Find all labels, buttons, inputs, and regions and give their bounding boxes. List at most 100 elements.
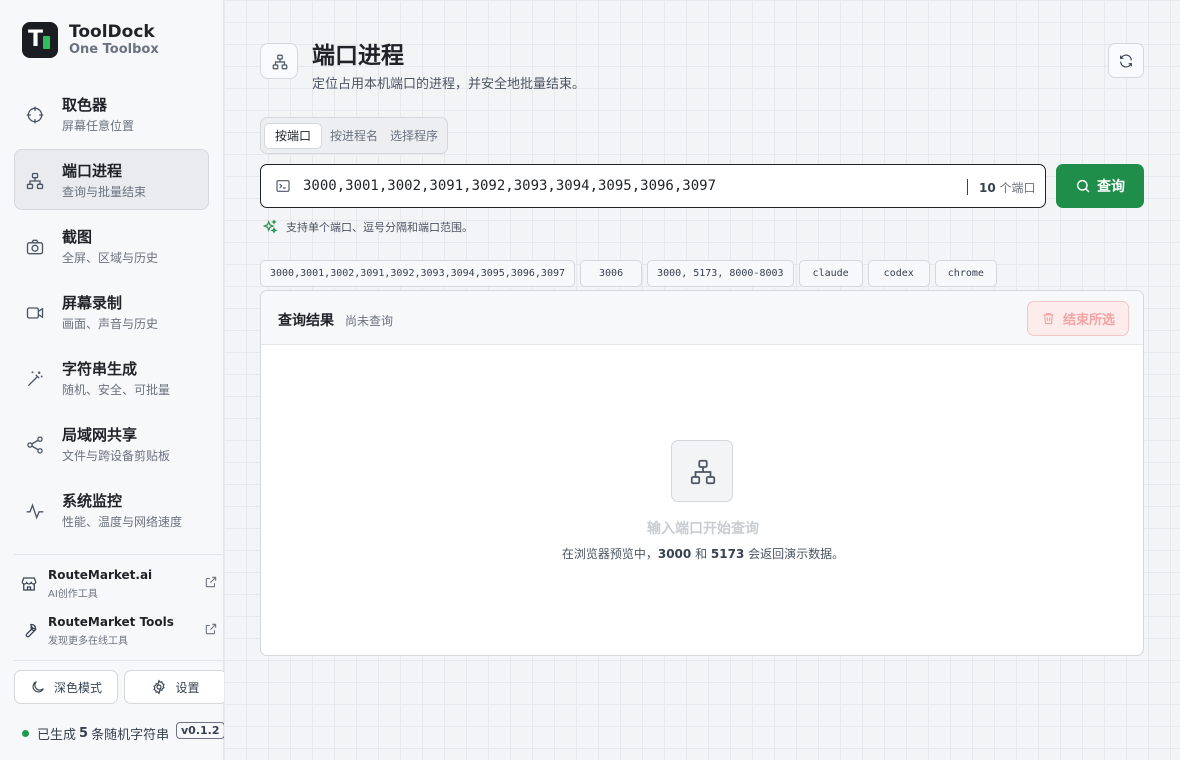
results-title: 查询结果 [278, 313, 334, 329]
preset-chip[interactable]: codex [867, 260, 930, 287]
sidebar-item-label: 字符串生成 [62, 360, 138, 378]
wrench-icon [25, 623, 37, 638]
sidebar-item-screen-record[interactable]: 屏幕录制 画面、声音与历史 [14, 281, 209, 342]
activity-icon [26, 503, 44, 520]
link-name: RouteMarket Tools [48, 615, 174, 629]
link-desc: 发现更多在线工具 [48, 636, 128, 647]
empty-desc-suffix: 会返回演示数据。 [748, 547, 845, 561]
store-icon [21, 577, 37, 591]
preset-chip[interactable]: 3000, 5173, 8000-8003 [647, 260, 794, 287]
mode-tabs: 按端口 按进程名 选择程序 [260, 117, 448, 154]
settings-label: 设置 [175, 680, 200, 695]
port-query-field: 10 个端口 [260, 164, 1046, 208]
status-bar: 已生成 5 条随机字符串 v0.1.2 [22, 722, 225, 743]
share-icon [27, 436, 43, 454]
tab-by-process-name[interactable]: 按进程名 [324, 123, 384, 149]
sidebar-nav: 取色器 屏幕任意位置 端口进程 查询与批量结束 截图 全屏、区域与历史 屏幕录制… [14, 83, 209, 545]
sidebar-item-label: 局域网共享 [62, 426, 138, 444]
empty-state-desc: 在浏览器预览中，3000 和 5173 会返回演示数据。 [261, 545, 1143, 562]
trash-icon [1043, 312, 1054, 325]
preset-chip[interactable]: 3006 [580, 260, 643, 287]
brand: T ToolDock One Toolbox [22, 22, 159, 58]
network-icon [272, 54, 288, 70]
preset-chip[interactable]: 3000,3001,3002,3091,3092,3093,3094,3095,… [260, 260, 576, 287]
port-count-unit: 个端口 [999, 181, 1036, 195]
sidebar-item-port-process[interactable]: 端口进程 查询与批量结束 [14, 149, 209, 210]
status-suffix: 条随机字符串 [91, 728, 170, 743]
sidebar-item-screenshot[interactable]: 截图 全屏、区域与历史 [14, 215, 209, 276]
sidebar-item-label: 截图 [62, 228, 93, 246]
dark-mode-label: 深色模式 [53, 680, 102, 695]
sidebar-item-label: 端口进程 [62, 162, 123, 180]
external-link-icon [205, 576, 217, 588]
empty-and: 和 [695, 547, 708, 561]
sidebar: T ToolDock One Toolbox 取色器 屏幕任意位置 端口进程 查… [0, 0, 227, 760]
sidebar-item-desc: 画面、声音与历史 [62, 317, 159, 331]
sidebar-item-desc: 全屏、区域与历史 [62, 251, 159, 265]
dark-mode-button[interactable]: 深色模式 [14, 670, 118, 704]
sidebar-item-desc: 文件与跨设备剪贴板 [62, 449, 171, 463]
link-routemarket-ai[interactable]: RouteMarket.ai AI创作工具 [20, 567, 220, 601]
logo-bar [43, 36, 50, 49]
input-hint: 支持单个端口、逗号分隔和端口范围。 [262, 219, 473, 235]
network-icon [690, 459, 716, 485]
sidebar-item-system-monitor[interactable]: 系统监控 性能、温度与网络速度 [14, 479, 209, 540]
preset-chip[interactable]: chrome [934, 260, 997, 287]
main-content: 端口进程 定位占用本机端口的进程，并安全地批量结束。 按端口 按进程名 选择程序… [224, 0, 1180, 760]
link-name: RouteMarket.ai [48, 568, 153, 582]
end-selected-button[interactable]: 结束所选 [1027, 301, 1129, 336]
link-routemarket-tools[interactable]: RouteMarket Tools 发现更多在线工具 [20, 614, 220, 648]
terminal-icon [276, 180, 290, 192]
brand-name: ToolDock [69, 22, 155, 42]
sidebar-divider [14, 554, 224, 555]
sidebar-item-desc: 屏幕任意位置 [62, 119, 135, 133]
settings-button[interactable]: 设置 [124, 670, 227, 704]
sidebar-item-lan-share[interactable]: 局域网共享 文件与跨设备剪贴板 [14, 413, 209, 474]
tab-select-program[interactable]: 选择程序 [384, 123, 444, 149]
link-desc: AI创作工具 [48, 589, 98, 600]
sidebar-item-color-picker[interactable]: 取色器 屏幕任意位置 [14, 83, 209, 144]
status-dot [22, 730, 29, 737]
empty-state-icon [671, 440, 733, 502]
brand-subtitle: One Toolbox [69, 42, 159, 57]
sparkles-icon [262, 219, 278, 234]
sidebar-item-desc: 性能、温度与网络速度 [62, 515, 183, 529]
port-count: 10 个端口 [979, 179, 1036, 196]
results-panel: 查询结果 尚未查询 结束所选 输入端口开始查询 在浏览器预览中，3000 和 5… [260, 290, 1144, 656]
video-icon [26, 307, 44, 319]
sidebar-item-label: 系统监控 [62, 492, 123, 510]
page-icon [260, 43, 298, 79]
network-icon [26, 172, 44, 190]
hint-text: 支持单个端口、逗号分隔和端口范围。 [286, 221, 473, 234]
sidebar-item-label: 屏幕录制 [62, 294, 123, 312]
page-title: 端口进程 [312, 43, 404, 69]
empty-desc-prefix: 在浏览器预览中， [561, 547, 658, 561]
refresh-button[interactable] [1108, 43, 1144, 78]
empty-port-b: 5173 [710, 547, 745, 561]
wand-icon [27, 371, 43, 387]
external-link-icon [205, 623, 217, 635]
query-button[interactable]: 查询 [1056, 164, 1144, 208]
end-selected-label: 结束所选 [1062, 313, 1115, 328]
input-divider [967, 179, 968, 195]
gear-icon [153, 679, 166, 695]
preset-chip[interactable]: claude [798, 260, 863, 287]
results-header: 查询结果 尚未查询 结束所选 [261, 291, 1143, 345]
logo-letter: T [28, 27, 44, 52]
port-input[interactable] [303, 175, 923, 197]
port-count-number: 10 [979, 181, 996, 195]
crosshair-icon [26, 106, 44, 124]
sidebar-item-desc: 查询与批量结束 [62, 185, 147, 199]
empty-state-title: 输入端口开始查询 [647, 521, 759, 537]
version-badge: v0.1.2 [176, 722, 225, 739]
sidebar-item-label: 取色器 [62, 96, 108, 114]
search-icon [1076, 179, 1090, 193]
moon-icon [32, 681, 44, 693]
refresh-icon [1120, 54, 1132, 68]
query-button-label: 查询 [1097, 179, 1125, 195]
sidebar-item-string-gen[interactable]: 字符串生成 随机、安全、可批量 [14, 347, 209, 408]
page-subtitle: 定位占用本机端口的进程，并安全地批量结束。 [312, 77, 586, 92]
tab-by-port[interactable]: 按端口 [264, 122, 323, 149]
status-prefix: 已生成 [37, 728, 77, 743]
preset-chips: 3000,3001,3002,3091,3092,3093,3094,3095,… [260, 260, 1002, 287]
